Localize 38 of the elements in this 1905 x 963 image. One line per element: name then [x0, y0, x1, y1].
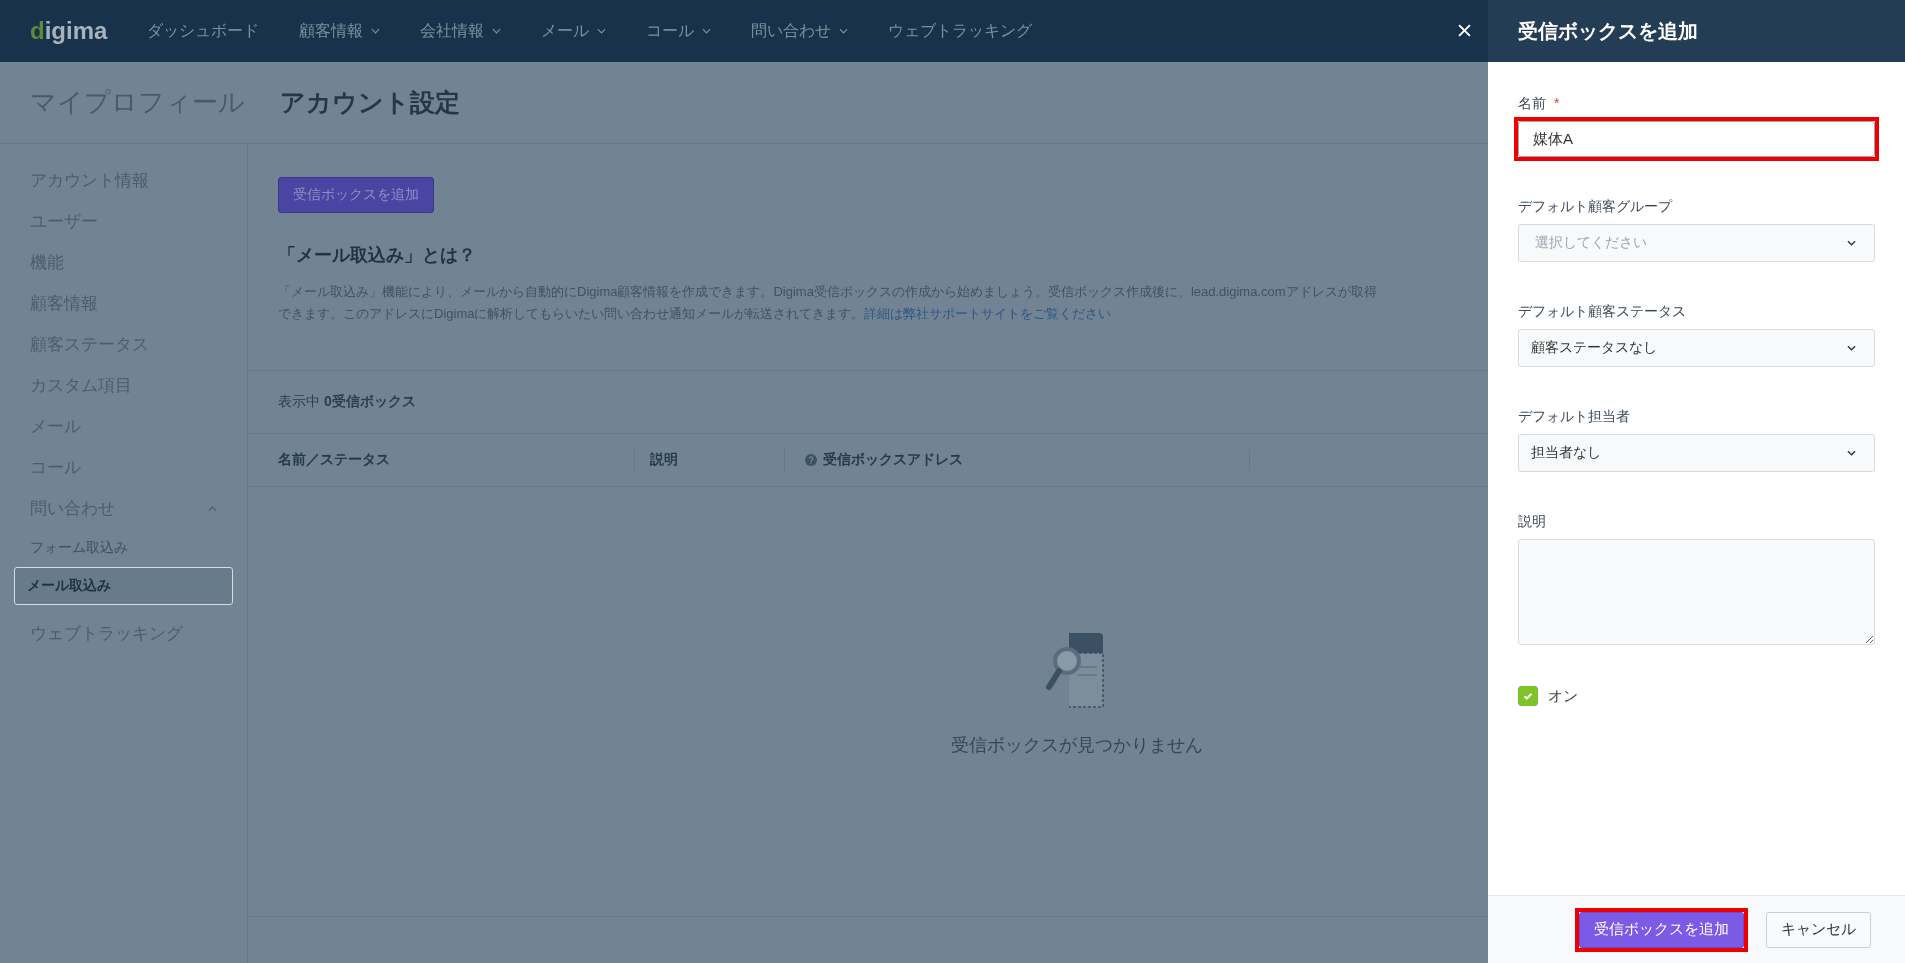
panel-title: 受信ボックスを追加: [1518, 18, 1698, 44]
field-label: 説明: [1518, 513, 1546, 531]
intro-title: 「メール取込み」とは？: [278, 244, 476, 267]
nav-menu-item[interactable]: メール: [541, 20, 607, 42]
nav-menu-item[interactable]: 会社情報: [420, 20, 502, 42]
logo[interactable]: digima: [30, 17, 108, 45]
checkbox-label: オン: [1548, 686, 1578, 706]
field-label: 名前: [1518, 95, 1546, 113]
checkmark-icon: [1522, 690, 1534, 702]
close-icon[interactable]: [1458, 24, 1471, 37]
nav-menu-item[interactable]: 顧客情報: [299, 20, 381, 42]
field-label: デフォルト顧客グループ: [1518, 198, 1672, 216]
cancel-button[interactable]: キャンセル: [1766, 911, 1871, 948]
column-header[interactable]: 説明: [635, 449, 785, 471]
chevron-down-icon: [1847, 450, 1856, 456]
nav-menu-item[interactable]: ダッシュボード: [147, 20, 260, 42]
sidebar-subitem[interactable]: メール取込み: [14, 567, 233, 605]
add-inbox-button[interactable]: 受信ボックスを追加: [278, 177, 434, 213]
submit-button[interactable]: 受信ボックスを追加: [1579, 911, 1744, 948]
inbox-count: 表示中 0受信ボックス: [278, 393, 416, 411]
description-textarea[interactable]: [1518, 539, 1875, 645]
required-mark: *: [1554, 95, 1560, 113]
name-input[interactable]: 媒体A: [1518, 121, 1875, 157]
field-label: デフォルト顧客ステータス: [1518, 303, 1686, 321]
select-dropdown[interactable]: 担当者なし: [1518, 434, 1875, 472]
checkbox[interactable]: [1518, 686, 1538, 706]
field-label: デフォルト担当者: [1518, 408, 1630, 426]
nav-menu-item[interactable]: コール: [646, 20, 712, 42]
column-header[interactable]: 受信ボックスアドレス: [785, 449, 1250, 471]
empty-state-message: 受信ボックスが見つかりません: [950, 733, 1203, 757]
page-heading: アカウント設定: [279, 87, 460, 118]
nav-menu-item[interactable]: ウェブトラッキング: [888, 20, 1033, 42]
select-dropdown[interactable]: 顧客ステータスなし: [1518, 329, 1875, 367]
column-header[interactable]: 名前／ステータス: [248, 449, 635, 471]
nav-menu-item[interactable]: 問い合わせ: [751, 20, 849, 42]
chevron-down-icon: [1847, 345, 1856, 351]
select-dropdown[interactable]: 選択してください: [1518, 224, 1875, 262]
chevron-down-icon: [1847, 240, 1856, 246]
